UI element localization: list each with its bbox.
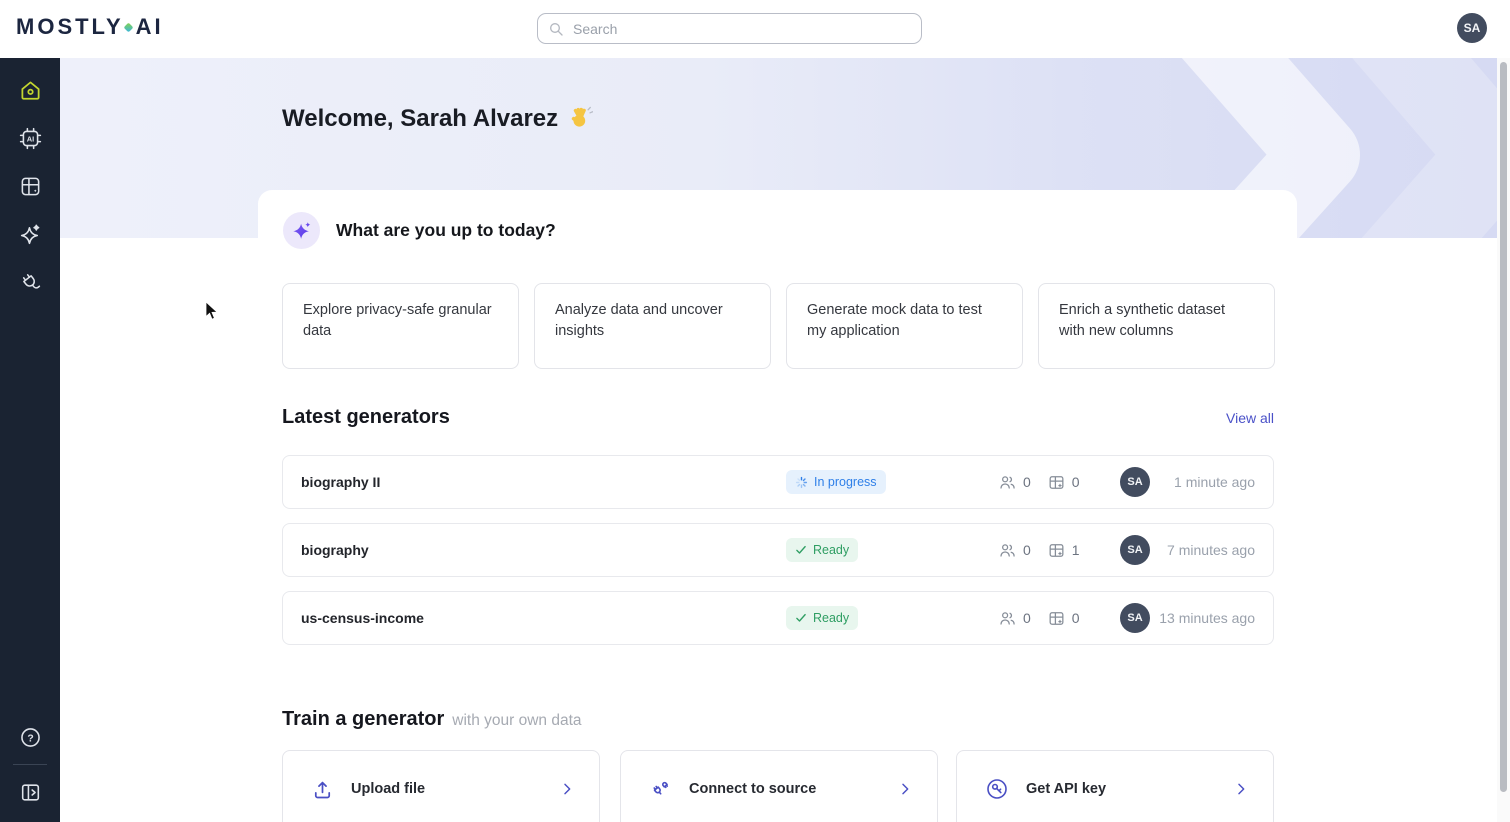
table-plus-icon xyxy=(18,174,43,199)
status-label: In progress xyxy=(814,475,877,489)
people-icon xyxy=(998,541,1017,560)
logo-dot-icon xyxy=(123,22,133,32)
generator-row-us-census-income[interactable]: us-census-income Ready 0 xyxy=(282,591,1274,645)
welcome-heading: Welcome, Sarah Alvarez xyxy=(282,105,593,133)
tables-count: 1 xyxy=(1047,541,1080,560)
generator-list: biography II In progress 0 xyxy=(282,455,1274,659)
sidebar-item-assistant[interactable] xyxy=(10,214,50,254)
get-api-key-card[interactable]: Get API key xyxy=(956,750,1274,822)
latest-generators-title: Latest generators xyxy=(282,406,450,429)
check-icon xyxy=(795,544,807,556)
people-icon xyxy=(998,473,1017,492)
status-badge: In progress xyxy=(786,470,886,494)
get-api-key-label: Get API key xyxy=(1026,781,1216,797)
sidebar-item-connectors[interactable] xyxy=(10,262,50,302)
table-icon xyxy=(1047,473,1066,492)
generator-name: us-census-income xyxy=(301,610,786,626)
row-timestamp: 7 minutes ago xyxy=(1150,542,1255,558)
assistant-sparkle-icon xyxy=(283,212,320,249)
spinner-icon xyxy=(795,476,808,489)
generator-row-biography[interactable]: biography Ready 0 xyxy=(282,523,1274,577)
status-badge: Ready xyxy=(786,538,858,562)
today-title: What are you up to today? xyxy=(336,220,556,241)
subjects-value: 0 xyxy=(1023,610,1031,626)
chevron-right-icon xyxy=(559,781,575,797)
tables-value: 0 xyxy=(1072,474,1080,490)
subjects-value: 0 xyxy=(1023,542,1031,558)
mouse-cursor xyxy=(205,302,221,322)
status-label: Ready xyxy=(813,543,849,557)
people-icon xyxy=(998,609,1017,628)
logo-suffix: AI xyxy=(136,14,164,40)
generator-name: biography xyxy=(301,542,786,558)
help-icon: ? xyxy=(18,725,43,750)
table-icon xyxy=(1047,609,1066,628)
chevron-right-icon xyxy=(1233,781,1249,797)
table-icon xyxy=(1047,541,1066,560)
user-avatar[interactable]: SA xyxy=(1457,13,1487,43)
collapse-panel-icon xyxy=(18,780,43,805)
sidebar-nav: AI xyxy=(0,58,60,822)
row-timestamp: 13 minutes ago xyxy=(1150,610,1255,626)
check-icon xyxy=(795,612,807,624)
sidebar-divider xyxy=(13,764,47,765)
tables-value: 0 xyxy=(1072,610,1080,626)
scrollbar-track[interactable] xyxy=(1497,58,1510,822)
scrollbar-thumb[interactable] xyxy=(1500,62,1507,792)
sidebar-item-help[interactable]: ? xyxy=(10,717,50,757)
search-icon xyxy=(548,21,564,37)
upload-file-card[interactable]: Upload file xyxy=(282,750,600,822)
mostly-ai-logo[interactable]: MOSTLY AI xyxy=(16,14,164,40)
home-icon xyxy=(18,78,43,103)
plug-icon xyxy=(18,270,43,295)
today-card: What are you up to today? Explore privac… xyxy=(258,190,1297,390)
generator-row-biography-ii[interactable]: biography II In progress 0 xyxy=(282,455,1274,509)
view-all-link[interactable]: View all xyxy=(1226,410,1274,426)
upload-icon xyxy=(311,778,334,801)
sidebar-item-collapse[interactable] xyxy=(10,772,50,812)
subjects-count: 0 xyxy=(998,609,1031,628)
search-bar[interactable] xyxy=(537,13,922,44)
option-analyze-data[interactable]: Analyze data and uncover insights xyxy=(534,283,771,369)
train-generator-title: Train a generator xyxy=(282,708,444,731)
svg-text:AI: AI xyxy=(26,134,34,143)
logo-text: MOSTLY xyxy=(16,14,124,40)
ai-chip-icon: AI xyxy=(18,126,43,151)
row-avatar: SA xyxy=(1120,467,1150,497)
row-avatar: SA xyxy=(1120,603,1150,633)
key-icon xyxy=(985,777,1009,801)
subjects-count: 0 xyxy=(998,541,1031,560)
connect-source-label: Connect to source xyxy=(689,781,880,797)
row-timestamp: 1 minute ago xyxy=(1150,474,1255,490)
tables-count: 0 xyxy=(1047,473,1080,492)
option-generate-mock-data[interactable]: Generate mock data to test my applicatio… xyxy=(786,283,1023,369)
sidebar-item-generators[interactable]: AI xyxy=(10,118,50,158)
sparkles-icon xyxy=(18,222,43,247)
sidebar-item-datasets[interactable] xyxy=(10,166,50,206)
row-avatar: SA xyxy=(1120,535,1150,565)
wave-emoji xyxy=(567,106,593,132)
tables-count: 0 xyxy=(1047,609,1080,628)
option-enrich-dataset[interactable]: Enrich a synthetic dataset with new colu… xyxy=(1038,283,1275,369)
upload-file-label: Upload file xyxy=(351,781,542,797)
train-generator-subtitle: with your own data xyxy=(452,712,581,730)
generator-name: biography II xyxy=(301,474,786,490)
status-badge: Ready xyxy=(786,606,858,630)
chevron-right-icon xyxy=(897,781,913,797)
top-bar: MOSTLY AI SA xyxy=(0,0,1510,58)
option-explore-data[interactable]: Explore privacy-safe granular data xyxy=(282,283,519,369)
plug-cable-icon xyxy=(649,778,672,801)
subjects-count: 0 xyxy=(998,473,1031,492)
subjects-value: 0 xyxy=(1023,474,1031,490)
connect-source-card[interactable]: Connect to source xyxy=(620,750,938,822)
svg-text:?: ? xyxy=(27,733,33,744)
sidebar-item-home[interactable] xyxy=(10,70,50,110)
tables-value: 1 xyxy=(1072,542,1080,558)
welcome-title: Welcome, Sarah Alvarez xyxy=(282,105,558,133)
status-label: Ready xyxy=(813,611,849,625)
search-input[interactable] xyxy=(573,21,911,37)
